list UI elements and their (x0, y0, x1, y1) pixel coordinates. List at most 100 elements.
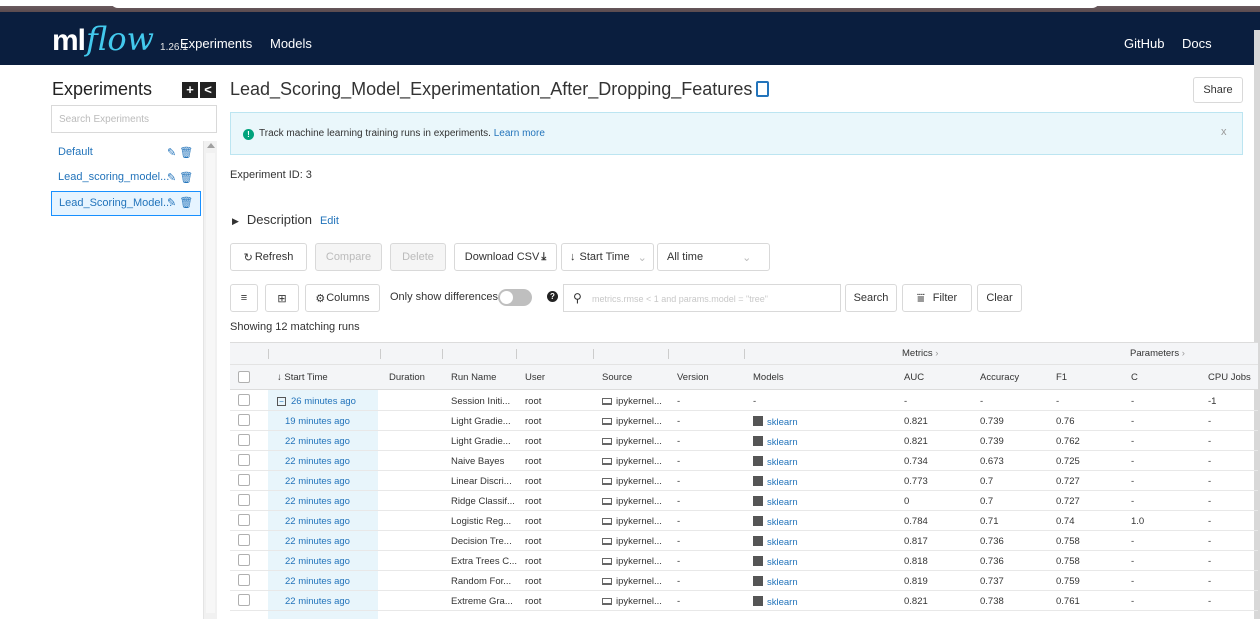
parameters-group-label[interactable]: Parameters › (1130, 348, 1185, 359)
header-cpu-jobs[interactable]: CPU Jobs (1208, 372, 1251, 383)
table-row[interactable]: 22 minutes ago Extra Trees C... root ipyker… (230, 551, 1258, 571)
row-checkbox[interactable] (238, 574, 250, 586)
edit-delete-icons[interactable]: ✎🗑 (167, 196, 196, 209)
header-duration[interactable]: Duration (389, 372, 425, 383)
cell-start-time[interactable]: 22 minutes ago (285, 596, 350, 607)
row-checkbox[interactable] (238, 554, 250, 566)
header-run-name[interactable]: Run Name (451, 372, 496, 383)
description-section[interactable]: ▶ Description Edit (232, 212, 339, 227)
table-row[interactable]: 22 minutes ago Naive Bayes root ipykernel..… (230, 451, 1258, 471)
edit-delete-icons[interactable]: ✎🗑 (167, 171, 196, 184)
mlflow-logo[interactable]: ml flow 1.26.1 (52, 20, 188, 58)
cell-model[interactable]: sklearn (753, 556, 798, 568)
row-checkbox[interactable] (238, 514, 250, 526)
collapse-group-icon[interactable]: − (277, 397, 286, 406)
header-user[interactable]: User (525, 372, 545, 383)
nav-experiments[interactable]: Experiments (180, 36, 252, 51)
table-row[interactable]: 22 minutes ago Random For... root ipykernel… (230, 571, 1258, 591)
edit-delete-icons[interactable]: ✎🗑 (167, 146, 196, 159)
refresh-button[interactable]: ↻ Refresh (230, 243, 307, 271)
row-checkbox[interactable] (238, 414, 250, 426)
cell-model[interactable]: sklearn (753, 476, 798, 488)
header-accuracy[interactable]: Accuracy (980, 372, 1019, 383)
cell-model[interactable]: sklearn (753, 516, 798, 528)
search-button[interactable]: Search (845, 284, 897, 312)
add-experiment-button[interactable]: + (182, 82, 198, 98)
row-checkbox[interactable] (238, 454, 250, 466)
delete-button[interactable]: Delete (390, 243, 446, 271)
cell-model[interactable]: sklearn (753, 496, 798, 508)
cell-start-time[interactable]: 22 minutes ago (285, 576, 350, 587)
scroll-up-icon[interactable] (207, 143, 215, 148)
cell-model[interactable]: sklearn (753, 416, 798, 428)
table-row[interactable]: 22 minutes ago Light Gradie... root ipykern… (230, 431, 1258, 451)
table-row[interactable]: 22 minutes ago Ridge Classif... root ipyker… (230, 491, 1258, 511)
compare-button[interactable]: Compare (315, 243, 382, 271)
cell-start-time[interactable]: 22 minutes ago (285, 556, 350, 567)
sidebar-item-lead-scoring-model-selected[interactable]: Lead_Scoring_Model... ✎🗑 (51, 191, 201, 216)
header-f1[interactable]: F1 (1056, 372, 1067, 383)
cell-start-time[interactable]: 22 minutes ago (285, 476, 350, 487)
table-row[interactable]: 22 minutes ago Decision Tre... root ipykern… (230, 531, 1258, 551)
sidebar-item-lead-scoring-model[interactable]: Lead_scoring_model... ✎🗑 (51, 166, 201, 191)
header-auc[interactable]: AUC (904, 372, 924, 383)
table-row[interactable]: 22 minutes ago Logistic Reg... root ipykern… (230, 511, 1258, 531)
edit-description-link[interactable]: Edit (320, 215, 339, 227)
cell-model[interactable]: sklearn (753, 576, 798, 588)
header-models[interactable]: Models (753, 372, 784, 383)
cell-model[interactable]: sklearn (753, 536, 798, 548)
header-source[interactable]: Source (602, 372, 632, 383)
table-row[interactable]: 22 minutes ago Linear Discri... root ipyker… (230, 471, 1258, 491)
row-checkbox[interactable] (238, 534, 250, 546)
caret-right-icon[interactable]: ▶ (232, 216, 239, 226)
metrics-group-label[interactable]: Metrics › (902, 348, 938, 359)
cell-model[interactable]: sklearn (753, 596, 798, 608)
share-button[interactable]: Share (1193, 77, 1243, 103)
cell-text: sklearn (767, 577, 798, 588)
close-icon[interactable]: x (1221, 126, 1227, 138)
nav-docs[interactable]: Docs (1182, 36, 1212, 51)
list-view-button[interactable]: ≡ (230, 284, 258, 312)
learn-more-link[interactable]: Learn more (494, 128, 545, 139)
header-start-time[interactable]: ↓ Start Time (277, 372, 328, 383)
cell-model[interactable]: sklearn (753, 436, 798, 448)
header-c[interactable]: C (1131, 372, 1138, 383)
scrollbar-thumb[interactable] (206, 153, 215, 613)
copy-icon[interactable] (756, 81, 770, 97)
sidebar-scrollbar[interactable] (203, 141, 217, 619)
cell-start-time[interactable]: 22 minutes ago (285, 516, 350, 527)
time-range-select[interactable]: All time ⌄ (657, 243, 770, 271)
row-checkbox[interactable] (238, 434, 250, 446)
cell-start-time[interactable]: 19 minutes ago (285, 416, 350, 427)
table-row[interactable]: −26 minutes ago Session Initi... root ipyke… (230, 391, 1258, 411)
only-show-differences-toggle[interactable] (498, 289, 532, 306)
sort-select[interactable]: ↓ Start Time ⌄ (561, 243, 654, 271)
cell-start-time[interactable]: 22 minutes ago (285, 496, 350, 507)
run-search-input[interactable]: ⚲ metrics.rmse < 1 and params.model = "t… (563, 284, 841, 312)
nav-github[interactable]: GitHub (1124, 36, 1164, 51)
cell-text: 0.761 (1056, 596, 1080, 607)
row-checkbox[interactable] (238, 394, 250, 406)
help-icon[interactable]: ? (547, 291, 558, 302)
table-row[interactable]: 22 minutes ago Extreme Gra... root ipykerne… (230, 591, 1258, 611)
cell-start-time[interactable]: 22 minutes ago (285, 536, 350, 547)
search-experiments-input[interactable]: Search Experiments (51, 105, 217, 133)
compact-view-button[interactable]: ⊞ (265, 284, 299, 312)
table-row[interactable]: 19 minutes ago Light Gradie... root ipykern… (230, 411, 1258, 431)
nav-models[interactable]: Models (270, 36, 312, 51)
download-csv-button[interactable]: Download CSV ⤓ (454, 243, 557, 271)
header-version[interactable]: Version (677, 372, 709, 383)
filter-button[interactable]: ⩸ Filter (902, 284, 972, 312)
columns-button[interactable]: ⚙ Columns (305, 284, 380, 312)
select-all-checkbox[interactable] (238, 371, 250, 383)
row-checkbox[interactable] (238, 494, 250, 506)
row-checkbox[interactable] (238, 474, 250, 486)
cell-start-time[interactable]: 22 minutes ago (285, 436, 350, 447)
collapse-sidebar-button[interactable]: < (200, 82, 216, 98)
cell-start-time[interactable]: −26 minutes ago (277, 396, 356, 407)
cell-start-time[interactable]: 22 minutes ago (285, 456, 350, 467)
clear-button[interactable]: Clear (977, 284, 1022, 312)
row-checkbox[interactable] (238, 594, 250, 606)
sidebar-item-default[interactable]: Default ✎🗑 (51, 141, 201, 166)
cell-model[interactable]: sklearn (753, 456, 798, 468)
